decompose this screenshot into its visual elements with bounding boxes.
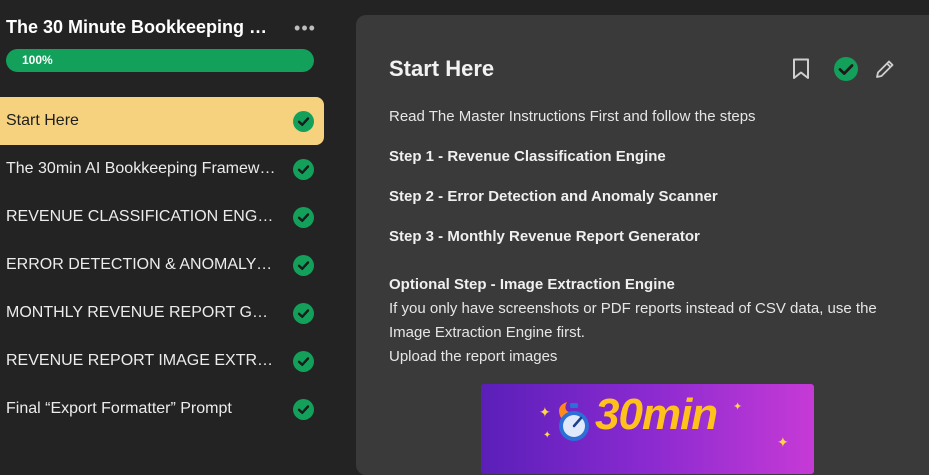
lesson-label: REVENUE CLASSIFICATION ENGINE — [6, 208, 276, 225]
completed-check-icon — [293, 254, 314, 276]
sparkle-icon: ✦ — [733, 401, 743, 413]
mark-complete-check-icon[interactable] — [833, 56, 859, 82]
completed-check-icon — [293, 158, 314, 180]
completed-check-icon — [293, 206, 314, 228]
sidebar-lesson-item[interactable]: MONTHLY REVENUE REPORT GENERATOR — [0, 289, 324, 337]
step-1: Step 1 - Revenue Classification Engine — [389, 148, 666, 165]
step-2: Step 2 - Error Detection and Anomaly Sca… — [389, 188, 718, 205]
edit-pencil-icon[interactable] — [872, 56, 898, 82]
sidebar-lesson-item[interactable]: Final “Export Formatter” Prompt — [0, 385, 324, 433]
upload-text: Upload the report images — [389, 348, 558, 365]
sidebar: The 30 Minute Bookkeeping Framework ••• … — [0, 0, 330, 446]
completed-check-icon — [293, 398, 314, 420]
lesson-label: REVENUE REPORT IMAGE EXTRACTION — [6, 352, 276, 369]
sidebar-lesson-item[interactable]: The 30min AI Bookkeeping Framework — [0, 145, 324, 193]
step-3: Step 3 - Monthly Revenue Report Generato… — [389, 228, 700, 245]
sidebar-lesson-item[interactable]: REVENUE CLASSIFICATION ENGINE — [0, 193, 324, 241]
lesson-list: Start Here The 30min AI Bookkeeping Frame… — [0, 97, 324, 433]
lesson-title: Start Here — [389, 56, 495, 81]
lesson-label: Start Here — [6, 112, 79, 129]
progress-label: 100% — [22, 53, 53, 67]
bookmark-icon[interactable] — [788, 56, 814, 82]
completed-check-icon — [293, 350, 314, 372]
sparkle-icon: ✦ — [543, 430, 552, 441]
more-options-icon[interactable]: ••• — [293, 16, 317, 40]
lesson-label: MONTHLY REVENUE REPORT GENERATOR — [6, 304, 276, 321]
optional-step-heading: Optional Step - Image Extraction Engine — [389, 276, 675, 293]
completed-check-icon — [293, 110, 314, 132]
course-progress-bar: 100% — [6, 49, 314, 72]
sidebar-lesson-item[interactable]: ERROR DETECTION & ANOMALY SCANNER — [0, 241, 324, 289]
completed-check-icon — [293, 302, 314, 324]
sparkle-icon: ✦ — [539, 404, 551, 420]
lesson-label: The 30min AI Bookkeeping Framework — [6, 160, 276, 177]
banner-text: 30min — [595, 390, 718, 439]
lesson-label: ERROR DETECTION & ANOMALY SCANNER — [6, 256, 276, 273]
course-banner-image: ✦ ✦ ✦ ✦ 30min — [481, 384, 814, 474]
lesson-label: Final “Export Formatter” Prompt — [6, 400, 232, 417]
course-title: The 30 Minute Bookkeeping Framework — [6, 17, 276, 37]
optional-step-text: If you only have screenshots or PDF repo… — [389, 300, 877, 341]
lesson-content-panel: Start Here Read The Master Instructions … — [356, 15, 929, 475]
sidebar-lesson-item[interactable]: REVENUE REPORT IMAGE EXTRACTION — [0, 337, 324, 385]
lesson-body: Read The Master Instructions First and f… — [389, 105, 919, 369]
intro-text: Read The Master Instructions First and f… — [389, 108, 756, 125]
sparkle-icon: ✦ — [777, 434, 789, 450]
stopwatch-icon — [559, 402, 589, 441]
sidebar-lesson-item[interactable]: Start Here — [0, 97, 324, 145]
